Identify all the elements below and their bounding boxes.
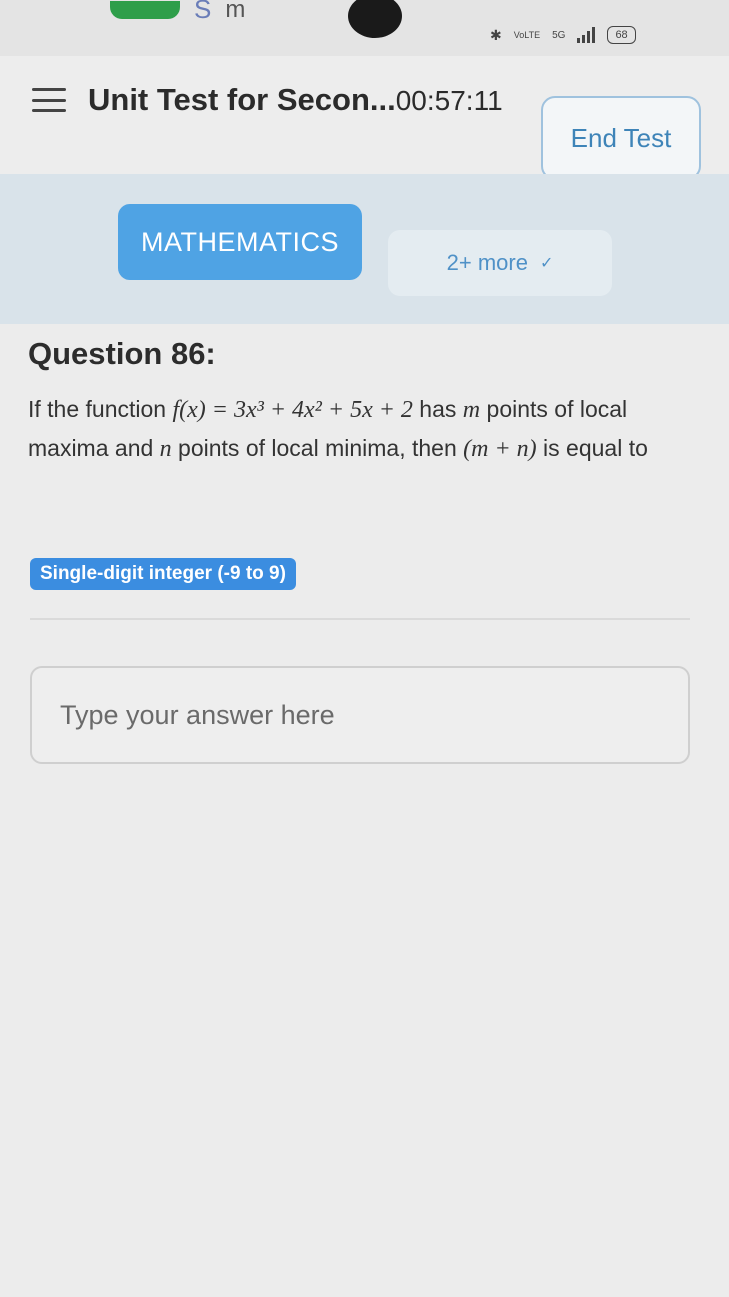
- more-subjects-label: 2+ more: [446, 250, 528, 275]
- status-right: ✱ VoLTE 5G 68: [490, 26, 636, 44]
- question-text: If the function f(x) = 3x³ + 4x² + 5x + …: [28, 390, 698, 468]
- battery-icon: 68: [607, 26, 636, 44]
- app-pill-icon: [110, 0, 180, 19]
- question-text-end: is equal to: [536, 435, 648, 461]
- hamburger-menu-icon[interactable]: [32, 88, 66, 112]
- variable-m: m: [462, 397, 481, 423]
- chevron-down-icon: ✓: [539, 255, 554, 272]
- tab-mathematics[interactable]: MATHEMATICS: [118, 204, 362, 280]
- status-bar: S m ✱ VoLTE 5G 68: [0, 0, 729, 56]
- question-text-has: has: [412, 396, 463, 422]
- question-text-minima: points of local minima, then: [171, 435, 464, 461]
- test-title: Unit Test for Secon...00:57:11: [88, 82, 503, 118]
- signal-bars-icon: [577, 27, 596, 43]
- subject-tabs: MATHEMATICS 2+ more ✓: [0, 174, 729, 324]
- status-m-text: m: [225, 0, 246, 23]
- end-test-button[interactable]: End Test: [541, 96, 701, 180]
- subscript-s-icon: S: [194, 0, 212, 24]
- bluetooth-icon: ✱: [490, 26, 502, 43]
- sum-expression: (m + n): [463, 436, 537, 462]
- camera-cutout: [348, 0, 402, 38]
- more-subjects-dropdown[interactable]: 2+ more ✓: [388, 230, 612, 296]
- question-function: f(x) = 3x³ + 4x² + 5x + 2: [172, 397, 413, 423]
- answer-type-badge: Single-digit integer (-9 to 9): [30, 558, 296, 590]
- volte-icon: VoLTE: [513, 30, 541, 40]
- status-left: S m: [110, 0, 245, 25]
- question-text-before: If the function: [28, 396, 173, 422]
- variable-n: n: [159, 436, 172, 462]
- answer-input[interactable]: [30, 666, 690, 764]
- test-header: Unit Test for Secon...00:57:11 End Test: [0, 56, 729, 180]
- test-title-text: Unit Test for Secon...: [88, 82, 396, 117]
- divider: [30, 618, 690, 620]
- 5g-signal-icon: 5G: [552, 29, 566, 41]
- question-number: Question 86:: [28, 336, 216, 371]
- test-timer: 00:57:11: [395, 85, 503, 116]
